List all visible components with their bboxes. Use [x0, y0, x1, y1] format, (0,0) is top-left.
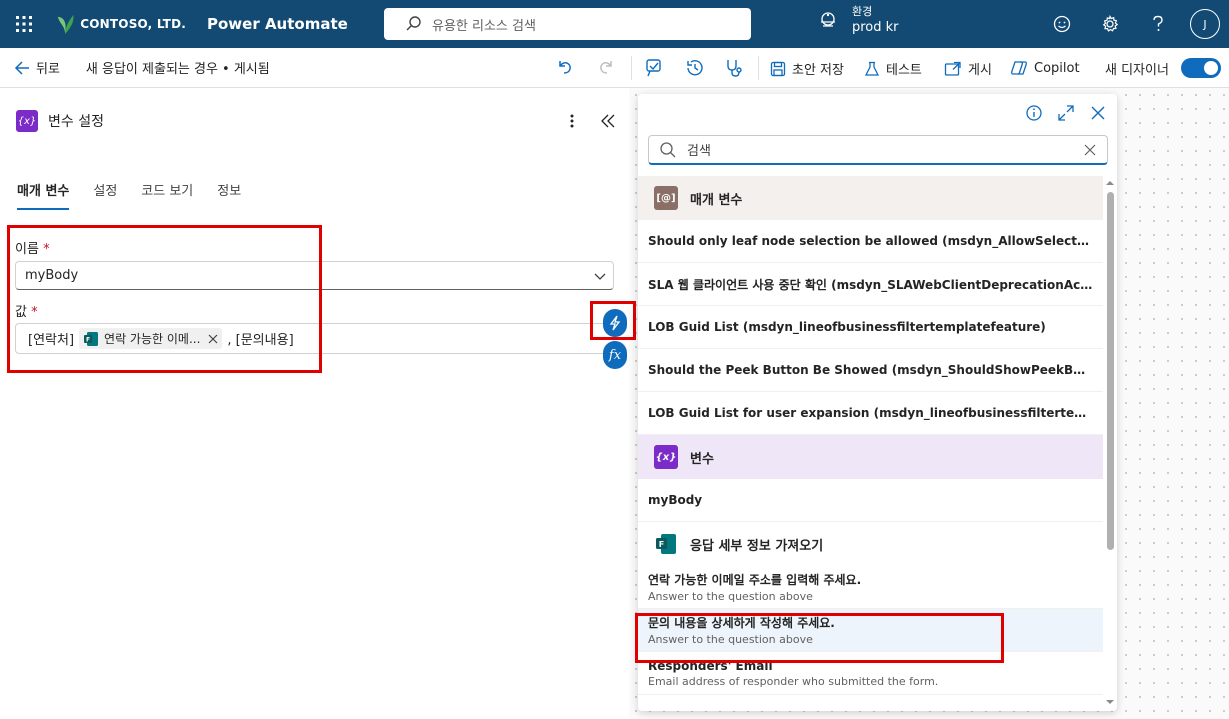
- version-history-icon[interactable]: [685, 58, 705, 82]
- publish-button[interactable]: 게시: [944, 59, 992, 78]
- save-draft-button[interactable]: 초안 저장: [770, 59, 844, 78]
- list-item[interactable]: SLA 웹 클라이언트 사용 중단 확인 (msdyn_SLAWebClient…: [638, 263, 1103, 306]
- variable-icon: {x}: [16, 110, 38, 132]
- company-logo: CONTOSO, LTD.: [56, 12, 186, 36]
- resource-search-input[interactable]: 유용한 리소스 검색: [384, 8, 751, 40]
- app-title[interactable]: Power Automate: [207, 15, 348, 33]
- expression-fx-button[interactable]: fx: [603, 341, 627, 369]
- tab-settings[interactable]: 설정: [93, 180, 117, 210]
- list-item[interactable]: Should only leaf node selection be allow…: [638, 220, 1103, 263]
- search-icon: [660, 141, 676, 157]
- test-button[interactable]: 테스트: [864, 59, 922, 78]
- item-title: 연락 가능한 이메일 주소를 입력해 주세요.: [648, 573, 862, 587]
- panel-tabs: 매개 변수 설정 코드 보기 정보: [17, 180, 265, 210]
- section-parameters[interactable]: [@] 매개 변수: [638, 176, 1103, 220]
- flow-checker-icon[interactable]: [645, 58, 665, 82]
- variable-icon: {x}: [654, 445, 678, 469]
- help-icon[interactable]: [1134, 0, 1182, 48]
- redo-icon[interactable]: [597, 58, 615, 80]
- flow-title: 새 응답이 제출되는 경우 • 게시됨: [85, 62, 270, 77]
- search-placeholder: 검색: [687, 144, 711, 159]
- expand-icon[interactable]: [1057, 104, 1075, 126]
- section-title: 매개 변수: [690, 192, 743, 208]
- user-avatar[interactable]: J: [1190, 9, 1220, 39]
- panel-title: 변수 설정: [48, 114, 104, 130]
- new-designer-label: 새 디자이너: [1099, 59, 1169, 78]
- publish-icon: [944, 61, 961, 76]
- flask-icon: [864, 61, 880, 76]
- save-draft-label: 초안 저장: [792, 63, 844, 78]
- list-item[interactable]: LOB Guid List (msdyn_lineofbusinessfilte…: [638, 306, 1103, 349]
- list-item[interactable]: 연락 가능한 이메일 주소를 입력해 주세요. Answer to the qu…: [638, 566, 1103, 609]
- top-bar: CONTOSO, LTD. Power Automate 유용한 리소스 검색 …: [0, 0, 1229, 48]
- publish-label: 게시: [968, 63, 992, 78]
- fx-icon: fx: [608, 347, 622, 363]
- environment-name: prod kr: [852, 20, 899, 35]
- new-designer-text: 새 디자이너: [1105, 63, 1169, 78]
- section-title: 변수: [690, 451, 714, 467]
- copilot-icon: [1011, 61, 1027, 75]
- section-variables[interactable]: {x} 변수: [638, 435, 1103, 479]
- item-title: LOB Guid List for user expansion (msdyn_…: [648, 406, 1093, 420]
- undo-icon[interactable]: [556, 58, 574, 80]
- divider: [758, 56, 759, 80]
- test-label: 테스트: [886, 63, 922, 78]
- item-subtitle: Email address of responder who submitted…: [648, 674, 939, 688]
- tab-about[interactable]: 정보: [217, 180, 241, 210]
- item-title: LOB Guid List (msdyn_lineofbusinessfilte…: [648, 320, 1046, 334]
- copilot-label: Copilot: [1034, 60, 1080, 76]
- flow-health-stethoscope-icon[interactable]: [724, 58, 744, 82]
- app-launcher-icon[interactable]: [0, 0, 48, 48]
- list-item[interactable]: myBody: [638, 479, 1103, 522]
- back-button[interactable]: 뒤로: [14, 58, 60, 77]
- tab-code-view[interactable]: 코드 보기: [141, 180, 193, 210]
- clear-search-icon[interactable]: [1083, 143, 1097, 157]
- collapse-panel-icon[interactable]: [600, 114, 616, 132]
- item-title: myBody: [648, 493, 703, 507]
- scroll-down-icon[interactable]: [1103, 697, 1117, 707]
- company-name: CONTOSO, LTD.: [80, 17, 186, 31]
- divider: [631, 56, 632, 80]
- popup-scrollbar[interactable]: [1103, 176, 1117, 709]
- svg-text:F: F: [659, 540, 664, 549]
- highlight-box: [590, 301, 636, 340]
- chevron-down-icon: [594, 273, 606, 280]
- command-bar: 뒤로 새 응답이 제출되는 경우 • 게시됨 초안 저장 테스트 게시 Copi…: [0, 48, 1229, 88]
- environment-label: 환경: [852, 5, 873, 18]
- info-icon[interactable]: [1025, 104, 1043, 126]
- feedback-smiley-icon[interactable]: [1038, 0, 1086, 48]
- environment-icon: [821, 12, 835, 27]
- highlight-box: [635, 613, 1004, 663]
- item-title: Should the Peek Button Be Showed (msdyn_…: [648, 363, 1093, 377]
- dynamic-content-search-input[interactable]: 검색: [648, 135, 1108, 165]
- toggle-knob: [1204, 61, 1218, 75]
- list-item[interactable]: LOB Guid List for user expansion (msdyn_…: [638, 392, 1103, 435]
- forms-icon: F: [656, 534, 676, 554]
- section-forms-response[interactable]: F 응답 세부 정보 가져오기: [638, 522, 1103, 566]
- new-designer-toggle[interactable]: [1181, 58, 1221, 78]
- highlight-box: [7, 225, 322, 373]
- settings-gear-icon[interactable]: [1086, 0, 1134, 48]
- search-placeholder: 유용한 리소스 검색: [432, 18, 536, 34]
- search-icon: [406, 16, 421, 31]
- scroll-thumb[interactable]: [1107, 192, 1114, 550]
- back-label: 뒤로: [36, 62, 60, 77]
- save-icon: [770, 61, 786, 76]
- parameters-icon: [@]: [654, 186, 678, 210]
- back-arrow-icon: [14, 60, 29, 75]
- copilot-button[interactable]: Copilot: [1010, 59, 1080, 77]
- environment-picker[interactable]: 환경 prod kr: [818, 4, 899, 36]
- section-title: 응답 세부 정보 가져오기: [690, 538, 824, 554]
- close-icon[interactable]: [1089, 104, 1107, 126]
- item-subtitle: Answer to the question above: [648, 590, 813, 603]
- list-item[interactable]: Should the Peek Button Be Showed (msdyn_…: [638, 349, 1103, 392]
- scroll-up-icon[interactable]: [1103, 178, 1117, 188]
- item-title: Should only leaf node selection be allow…: [648, 234, 1093, 248]
- leaf-logo-icon: [57, 14, 74, 35]
- more-options-icon[interactable]: [566, 112, 578, 134]
- action-config-panel: {x} 변수 설정 매개 변수 설정 코드 보기 정보 이름 * myBody …: [0, 88, 629, 719]
- item-title: SLA 웹 클라이언트 사용 중단 확인 (msdyn_SLAWebClient…: [648, 277, 1093, 292]
- tab-parameters[interactable]: 매개 변수: [17, 180, 70, 210]
